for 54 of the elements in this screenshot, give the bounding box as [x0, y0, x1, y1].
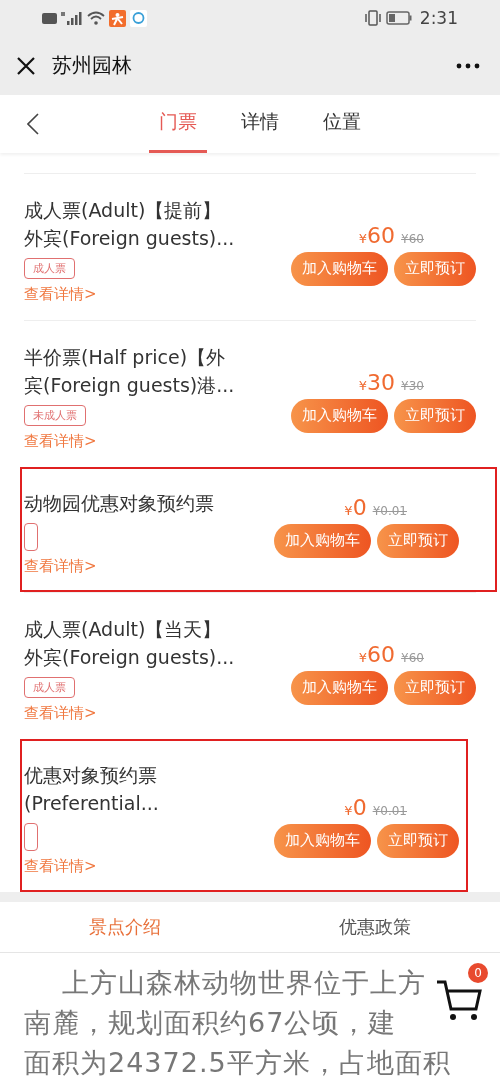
- original-price: ¥30: [401, 378, 424, 393]
- wifi-icon: [87, 11, 105, 26]
- book-now-button[interactable]: 立即预订: [377, 523, 459, 558]
- tab[interactable]: 详情: [231, 94, 289, 153]
- details-link[interactable]: 查看详情>: [24, 556, 214, 576]
- app-icon: [109, 9, 126, 27]
- intro-text-line: 上方山森林动物世界位于上方: [61, 966, 426, 1000]
- more-icon[interactable]: [456, 62, 480, 69]
- ticket-price: ¥0: [344, 494, 367, 520]
- ticket-name: 优惠对象预约票 (Preferential...: [24, 762, 159, 816]
- original-price: ¥0.01: [372, 503, 407, 518]
- tab[interactable]: 位置: [313, 94, 371, 153]
- original-price: ¥60: [401, 650, 424, 665]
- add-to-cart-button[interactable]: 加入购物车: [274, 823, 371, 858]
- ticket-tag: 未成人票: [24, 404, 86, 426]
- add-to-cart-button[interactable]: 加入购物车: [291, 251, 388, 286]
- add-to-cart-button[interactable]: 加入购物车: [291, 398, 388, 433]
- ticket-price: ¥0: [344, 794, 367, 820]
- original-price: ¥60: [401, 231, 424, 246]
- close-icon[interactable]: [16, 55, 36, 76]
- status-time: 2:31: [419, 8, 458, 29]
- vibrate-icon: [363, 10, 382, 27]
- battery-icon: [385, 11, 412, 26]
- book-now-button[interactable]: 立即预订: [377, 823, 459, 858]
- details-link[interactable]: 查看详情>: [24, 431, 235, 451]
- ticket-price: ¥60: [358, 222, 396, 248]
- intro-text-line: 南麓，规划面积约67公顷，建: [24, 1006, 397, 1040]
- book-now-button[interactable]: 立即预订: [394, 670, 476, 705]
- tab[interactable]: 门票: [149, 94, 207, 153]
- cart-icon[interactable]: [436, 979, 482, 1021]
- ticket-name: 动物园优惠对象预约票: [24, 490, 214, 516]
- ticket-name: 成人票(Adult)【提前】 外宾(Foreign guests)...: [24, 197, 235, 251]
- section-tab[interactable]: 优惠政策: [250, 901, 500, 952]
- section-tab[interactable]: 景点介绍: [0, 901, 250, 952]
- book-now-button[interactable]: 立即预订: [394, 398, 476, 433]
- details-link[interactable]: 查看详情>: [24, 284, 235, 304]
- ticket-price: ¥30: [358, 369, 396, 395]
- page-title: 苏州园林: [52, 52, 133, 80]
- cart-count-badge: 0: [468, 963, 488, 983]
- signal-icon: [61, 11, 83, 26]
- ticket-price: ¥60: [358, 641, 396, 667]
- ticket-tag: 成人票: [24, 257, 75, 279]
- chat-icon: [130, 9, 147, 27]
- add-to-cart-button[interactable]: 加入购物车: [291, 670, 388, 705]
- add-to-cart-button[interactable]: 加入购物车: [274, 523, 371, 558]
- ticket-name: 半价票(Half price)【外 宾(Foreign guests)港...: [24, 344, 235, 398]
- book-now-button[interactable]: 立即预订: [394, 251, 476, 286]
- ticket-name: 成人票(Adult)【当天】 外宾(Foreign guests)...: [24, 616, 235, 670]
- ticket-tag: 成人票: [24, 676, 75, 698]
- details-link[interactable]: 查看详情>: [24, 703, 235, 723]
- back-icon[interactable]: [27, 112, 39, 135]
- intro-text-line: 面积为24372.5平方米，占地面积: [24, 1046, 451, 1080]
- original-price: ¥0.01: [372, 803, 407, 818]
- details-link[interactable]: 查看详情>: [24, 856, 159, 876]
